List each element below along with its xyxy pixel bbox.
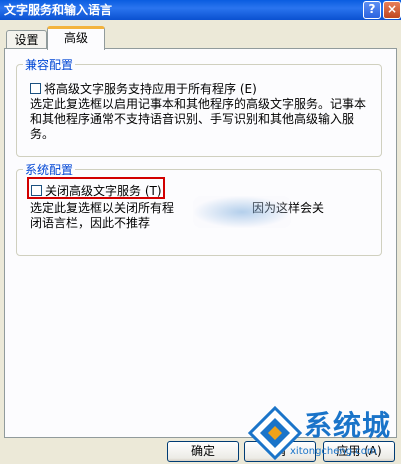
window-title-bar: 文字服务和输入语言 <box>0 0 401 20</box>
compat-desc-line-3: 务。 <box>30 127 55 141</box>
close-button[interactable]: × <box>383 1 401 19</box>
blurred-watermark <box>193 196 291 228</box>
help-button[interactable]: ? <box>363 1 381 19</box>
watermark-text: 系统城 <box>304 409 392 442</box>
compat-checkbox-row[interactable]: 将高级文字服务支持应用于所有程序 (E) <box>30 80 257 97</box>
compat-description: 选定此复选框以启用记事本和其他程序的高级文字服务。记事本 和其他程序通常不支持语… <box>30 97 366 142</box>
system-desc-line-1: 选定此复选框以关闭所有程 <box>30 201 175 215</box>
tab-advanced[interactable]: 高级 <box>47 26 105 50</box>
annotation-highlight-box <box>27 177 165 199</box>
ok-button[interactable]: 确定 <box>167 441 239 462</box>
tab-settings[interactable]: 设置 <box>6 30 47 49</box>
compat-config-title: 兼容配置 <box>23 56 76 73</box>
window-title: 文字服务和输入语言 <box>4 3 113 17</box>
compat-checkbox-label: 将高级文字服务支持应用于所有程序 (E) <box>44 82 257 96</box>
compat-checkbox[interactable] <box>30 83 41 94</box>
watermark-url: xitongcheng.com <box>290 446 377 457</box>
system-config-title: 系统配置 <box>23 161 76 178</box>
compat-desc-line-1: 选定此复选框以启用记事本和其他程序的高级文字服务。记事本 <box>30 97 367 111</box>
watermark-logo: 系统城 xitongcheng.com <box>248 402 401 464</box>
compat-desc-line-2: 和其他程序通常不支持语音识别、手写识别和其他高级输入服 <box>30 112 355 126</box>
